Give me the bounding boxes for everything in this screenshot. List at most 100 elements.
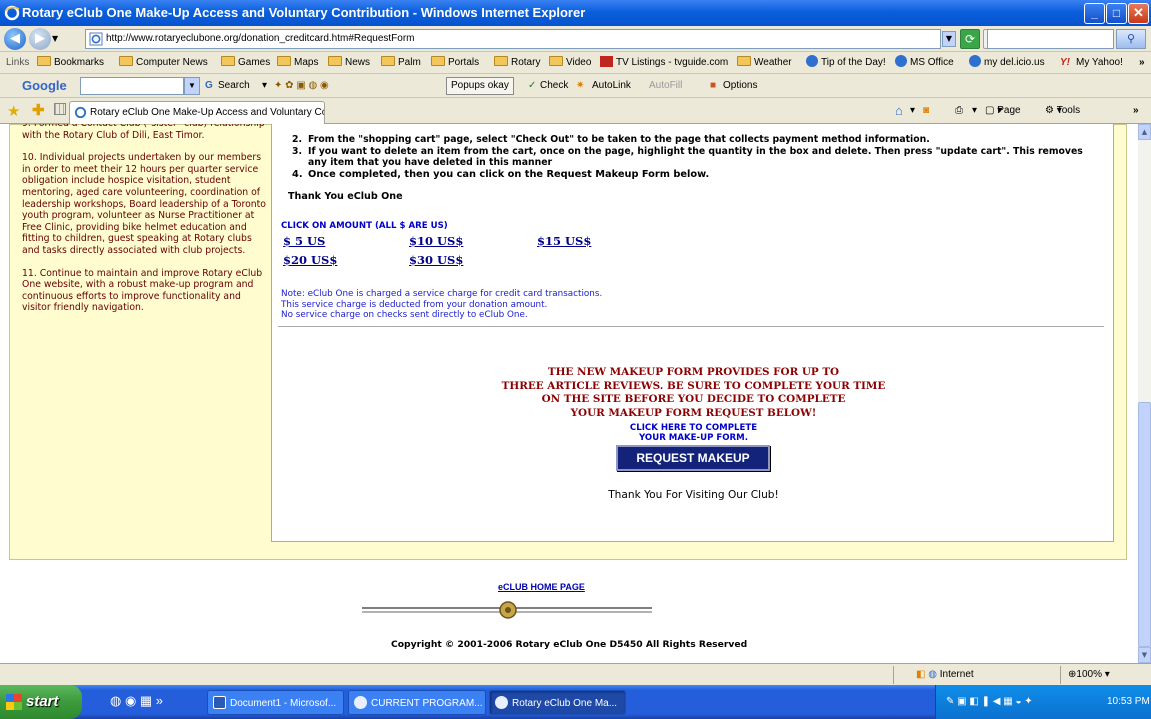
status-bar: ◧ ◍ Internet ⊕100% ▾: [0, 663, 1151, 685]
tab-rotary-eclub[interactable]: Rotary eClub One Make-Up Access and Volu…: [69, 101, 325, 124]
request-makeup-form-button[interactable]: REQUEST MAKEUP FORM: [616, 445, 770, 487]
link-video[interactable]: Video: [549, 52, 591, 73]
taskbar: start ◍ ◉ ▦ » Document1 - Microsof... CU…: [0, 685, 1151, 719]
click-here-link[interactable]: CLICK HERE TO COMPLETE YOUR MAKE-UP FORM…: [272, 423, 1115, 443]
check-button[interactable]: Check: [540, 74, 568, 98]
amount-30-link[interactable]: $30 US$: [409, 253, 463, 267]
link-computer-news[interactable]: Computer News: [119, 52, 208, 73]
amount-10-link[interactable]: $10 US$: [409, 234, 463, 248]
recent-pages-dropdown-icon[interactable]: ▼: [52, 34, 58, 43]
ie-page-icon: [895, 55, 907, 67]
thank-you-visit-text: Thank You For Visiting Our Club!: [608, 489, 779, 501]
command-overflow-chevron[interactable]: »: [1133, 98, 1139, 124]
eclub-home-link[interactable]: eCLUB HOME PAGE: [498, 582, 585, 592]
folder-icon: [221, 56, 235, 66]
link-ms-office[interactable]: MS Office: [895, 52, 954, 73]
home-icon[interactable]: ⌂: [895, 98, 903, 124]
amount-heading: CLICK ON AMOUNT (ALL $ ARE US): [281, 221, 448, 231]
amount-5-link[interactable]: $ 5 US: [283, 234, 325, 248]
sidebar-item: 11. Continue to maintain and improve Rot…: [22, 267, 263, 314]
link-weather[interactable]: Weather: [737, 52, 792, 73]
google-toolbar: Google ▼ G Search ▾ ✦ ✿ ▣ ◍ ◉ Popups oka…: [0, 74, 1151, 98]
print-dropdown-icon[interactable]: ▾: [972, 98, 977, 124]
google-logo-button[interactable]: Google: [22, 74, 67, 98]
page-icon: [89, 32, 103, 46]
folder-icon: [431, 56, 445, 66]
tray-icons[interactable]: ✎ ▣ ◧ ❚ ◀ ▦ ◒ ✦: [946, 685, 1033, 719]
folder-icon: [119, 56, 133, 66]
zoom-level[interactable]: ⊕100% ▾: [1068, 664, 1110, 685]
internet-globe-icon: ◍: [928, 669, 937, 680]
quick-tabs-icon[interactable]: [54, 103, 66, 115]
address-input[interactable]: http://www.rotaryeclubone.org/donation_c…: [85, 29, 941, 49]
start-button[interactable]: start: [0, 685, 82, 719]
popups-okay-button[interactable]: Popups okay: [446, 77, 514, 95]
instruction-item: 4. Once completed, then you can click on …: [292, 168, 710, 180]
title-bar[interactable]: Rotary eClub One Make-Up Access and Volu…: [0, 0, 1151, 26]
maximize-button[interactable]: □: [1106, 3, 1127, 24]
security-zone[interactable]: ◧ ◍ Internet: [916, 664, 974, 685]
home-dropdown-icon[interactable]: ▾: [910, 98, 915, 124]
tools-menu[interactable]: ⚙ Tools ▾: [1045, 98, 1080, 124]
vertical-scrollbar[interactable]: ▲ ▼: [1138, 124, 1151, 663]
forward-button[interactable]: ▶: [29, 28, 51, 50]
sidebar-item: 10. Individual projects undertaken by ou…: [22, 152, 266, 256]
autolink-icon: ✷: [576, 80, 585, 91]
autofill-button[interactable]: AutoFill: [649, 74, 682, 98]
quick-launch-icons[interactable]: ◍ ◉ ▦ »: [110, 693, 163, 709]
rotary-wheel-divider-icon[interactable]: [362, 600, 654, 620]
address-dropdown-icon[interactable]: ▼: [942, 31, 956, 47]
link-tip-of-the-day[interactable]: Tip of the Day!: [806, 52, 886, 73]
link-tv-listings[interactable]: TV Listings - tvguide.com: [600, 52, 728, 73]
search-options-dropdown-icon[interactable]: ▾: [262, 74, 267, 98]
ie-logo-icon: [4, 5, 20, 21]
autolink-button[interactable]: AutoLink: [592, 74, 631, 98]
ie-page-icon: [806, 55, 818, 67]
print-icon[interactable]: ⎙: [955, 98, 963, 124]
link-maps[interactable]: Maps: [277, 52, 318, 73]
instruction-list: 2. From the "shopping cart" page, select …: [282, 124, 1102, 180]
refresh-button[interactable]: ⟳: [960, 29, 980, 49]
task-current-program[interactable]: CURRENT PROGRAM...: [348, 690, 486, 715]
search-go-button[interactable]: ⚲: [1116, 29, 1146, 49]
link-palm[interactable]: Palm: [381, 52, 421, 73]
add-favorites-icon[interactable]: ✚: [32, 101, 45, 119]
copyright-text: Copyright © 2001-2006 Rotary eClub One D…: [391, 639, 748, 650]
link-rotary[interactable]: Rotary: [494, 52, 540, 73]
page-menu[interactable]: ▢ Page ▾: [985, 98, 1021, 124]
back-button[interactable]: ◀: [4, 28, 26, 50]
feeds-icon[interactable]: ◙: [923, 98, 929, 124]
ie-page-icon: [74, 106, 87, 119]
google-search-button[interactable]: Search: [218, 74, 250, 98]
minimize-button[interactable]: _: [1084, 3, 1105, 24]
link-bookmarks[interactable]: Bookmarks: [37, 52, 104, 73]
task-rotary-eclub[interactable]: Rotary eClub One Ma...: [489, 690, 626, 715]
live-search-input[interactable]: [987, 29, 1114, 49]
amount-20-link[interactable]: $20 US$: [283, 253, 337, 267]
scroll-down-arrow-icon[interactable]: ▼: [1138, 647, 1151, 663]
task-word-document[interactable]: Document1 - Microsof...: [207, 690, 344, 715]
link-games[interactable]: Games: [221, 52, 270, 73]
link-news[interactable]: News: [328, 52, 370, 73]
tab-label: Rotary eClub One Make-Up Access and Volu…: [90, 107, 325, 118]
tv-icon: [600, 56, 613, 67]
google-search-input[interactable]: [80, 77, 184, 95]
google-search-dropdown-icon[interactable]: ▼: [184, 77, 200, 95]
options-button[interactable]: Options: [723, 74, 757, 98]
link-delicious[interactable]: my del.icio.us: [969, 52, 1045, 73]
ie-page-icon: [969, 55, 981, 67]
scroll-up-arrow-icon[interactable]: ▲: [1138, 124, 1151, 140]
ie-icon: [495, 696, 508, 709]
links-overflow-chevron[interactable]: »: [1139, 52, 1145, 73]
scrollbar-thumb[interactable]: [1138, 402, 1151, 647]
google-g-icon[interactable]: G: [205, 74, 213, 98]
close-button[interactable]: ✕: [1128, 3, 1149, 24]
amount-15-link[interactable]: $15 US$: [537, 234, 591, 248]
folder-icon: [381, 56, 395, 66]
clock[interactable]: 10:53 PM: [1107, 685, 1150, 719]
link-my-yahoo[interactable]: Y! My Yahoo!: [1060, 52, 1123, 73]
link-portals[interactable]: Portals: [431, 52, 479, 73]
favorites-star-icon[interactable]: ★: [7, 102, 20, 120]
folder-icon: [549, 56, 563, 66]
toolbar-icon-row[interactable]: ✦ ✿ ▣ ◍ ◉: [274, 74, 329, 98]
